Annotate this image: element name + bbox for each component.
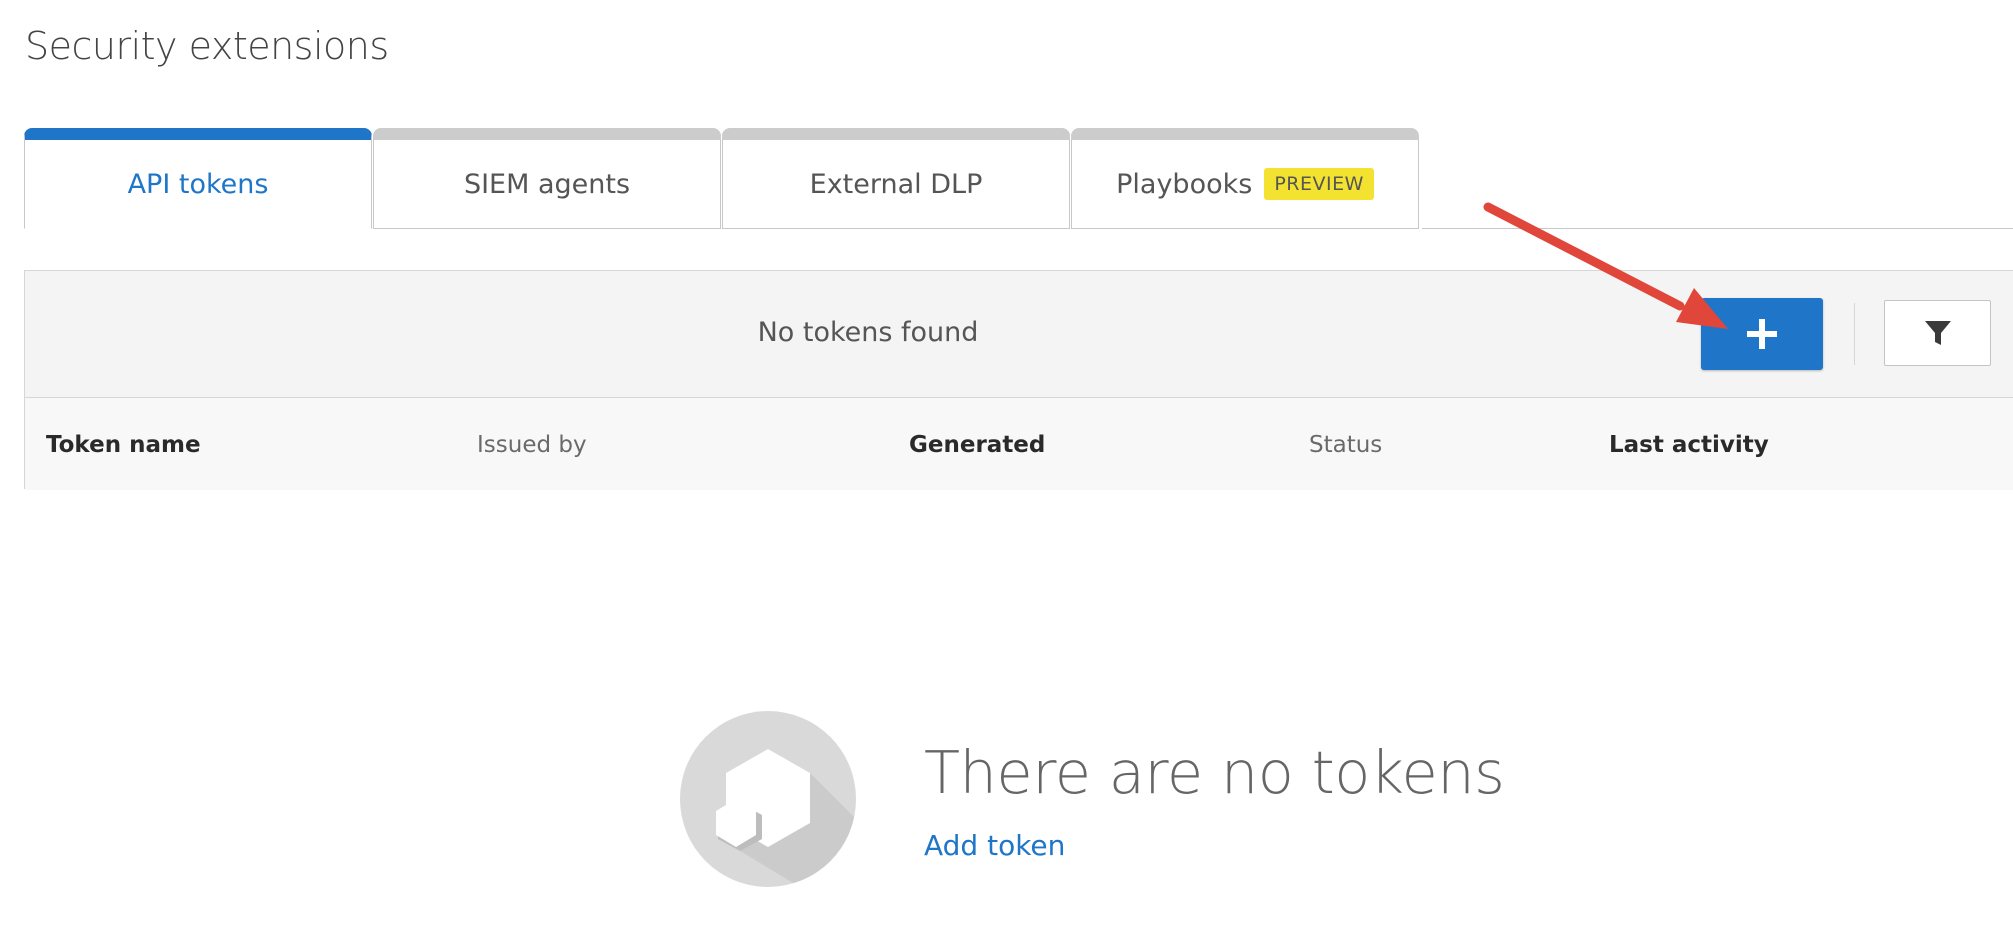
tab-siem-agents[interactable]: SIEM agents [373,128,721,229]
tab-api-tokens[interactable]: API tokens [24,128,372,229]
preview-badge: PREVIEW [1264,168,1374,200]
column-status[interactable]: Status [1309,432,1382,458]
filter-icon [1924,321,1951,345]
page-title: Security extensions [25,24,389,68]
tab-label: API tokens [127,168,269,200]
column-last-activity[interactable]: Last activity [1609,432,1769,458]
toolbar-divider [1854,303,1855,365]
tab-external-dlp[interactable]: External DLP [722,128,1070,229]
tab-label: SIEM agents [463,168,631,200]
column-generated[interactable]: Generated [909,432,1045,458]
column-token-name[interactable]: Token name [46,432,201,458]
tab-playbooks[interactable]: Playbooks PREVIEW [1071,128,1419,229]
status-text: No tokens found [757,317,979,348]
tokens-panel: No tokens found Token name Issued by Gen… [24,270,2013,490]
filter-button[interactable] [1884,300,1991,366]
tab-label: External DLP [809,168,983,200]
hexagons-icon [680,711,856,887]
column-issued-by[interactable]: Issued by [477,432,587,458]
tab-underline [1422,228,2013,229]
toolbar: No tokens found [25,271,2013,398]
tab-label: Playbooks [1116,168,1253,200]
add-token-button[interactable] [1701,298,1823,370]
add-token-link[interactable]: Add token [924,829,1065,862]
plus-icon [1747,319,1777,349]
table-header: Token name Issued by Generated Status La… [25,398,2013,490]
tab-bar: API tokens SIEM agents External DLP Play… [24,128,1419,229]
empty-state-title: There are no tokens [924,738,1505,807]
